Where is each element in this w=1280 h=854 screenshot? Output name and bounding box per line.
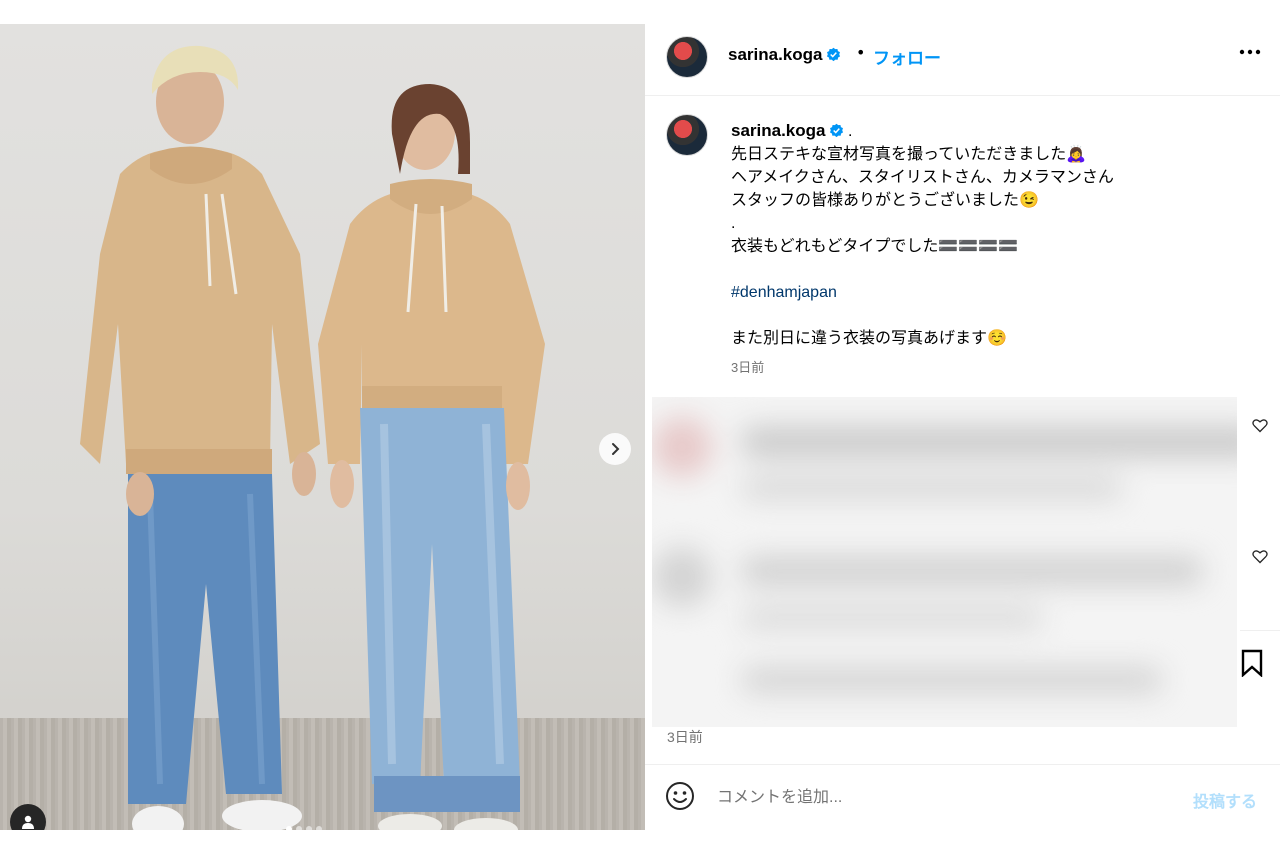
post-header: sarina.koga • フォロー — [645, 24, 1280, 96]
header-username[interactable]: sarina.koga — [728, 45, 841, 65]
follow-button[interactable]: フォロー — [873, 44, 941, 69]
post-timestamp[interactable]: 3日前 — [667, 727, 703, 747]
post-comment-button[interactable]: 投稿する — [1193, 788, 1257, 812]
bookmark-icon[interactable] — [1240, 649, 1264, 677]
avatar[interactable] — [666, 36, 708, 78]
person-left — [80, 45, 320, 830]
caption-trailing: . — [847, 123, 853, 140]
carousel-indicator — [286, 826, 322, 830]
caption-line: 先日ステキな宣材写真を撮っていただきました🙇‍♀️ — [731, 146, 1087, 163]
caption-line: 衣装もどれもどタイプでした🟰🟰🟰🟰 — [731, 238, 1019, 255]
caption-line: . — [731, 215, 736, 232]
more-horizontal-icon[interactable] — [1239, 48, 1261, 56]
heart-icon[interactable] — [1252, 549, 1268, 564]
carousel-dot — [286, 826, 292, 830]
caption-line: また別日に違う衣装の写真あげます☺️ — [731, 330, 1007, 347]
post-photo[interactable] — [0, 24, 645, 830]
heart-icon[interactable] — [1252, 418, 1268, 433]
photo-people-illustration — [80, 45, 545, 830]
carousel-dot — [306, 826, 312, 830]
emoji-icon[interactable] — [665, 781, 695, 811]
caption-username[interactable]: sarina.koga — [731, 121, 826, 140]
hashtag-link[interactable]: #denhamjapan — [731, 281, 1231, 304]
comment-input[interactable] — [717, 785, 1157, 811]
caption-line: ヘアメイクさん、スタイリストさん、カメラマンさん — [731, 169, 1114, 186]
avatar[interactable] — [666, 114, 708, 156]
username-text[interactable]: sarina.koga — [728, 45, 823, 64]
user-tag-icon — [22, 815, 34, 829]
blurred-content — [652, 397, 1237, 727]
caption-timestamp[interactable]: 3日前 — [731, 357, 764, 376]
carousel-dot — [316, 826, 322, 830]
verified-badge-icon — [826, 47, 840, 62]
person-right — [318, 84, 545, 830]
caption-text: sarina.koga . 先日ステキな宣材写真を撮っていただきました🙇‍♀️ … — [731, 119, 1231, 350]
caption-line: スタッフの皆様ありがとうございました😉 — [731, 192, 1039, 209]
comment-bar: 投稿する — [645, 764, 1280, 830]
carousel-next-button[interactable] — [599, 433, 631, 465]
post-detail-panel: sarina.koga • フォロー sarina.koga . 先日ステキな宣… — [645, 24, 1280, 830]
header-separator: • — [856, 43, 866, 62]
chevron-right-icon — [612, 443, 620, 455]
verified-badge-icon — [829, 123, 843, 138]
carousel-dot — [296, 826, 302, 830]
blurred-comments-area — [652, 397, 1237, 727]
action-divider — [1240, 630, 1280, 631]
